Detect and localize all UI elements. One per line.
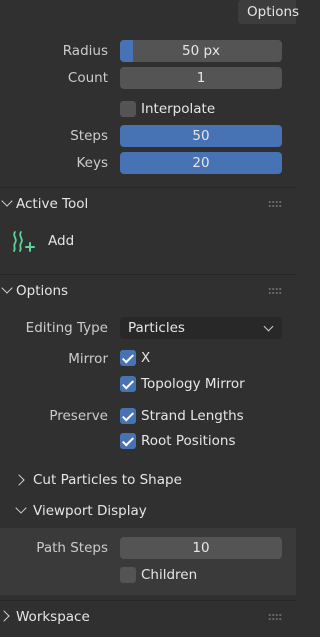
chevron-down-icon bbox=[15, 502, 27, 514]
tab-options[interactable]: Options bbox=[238, 0, 299, 24]
mirror-x-checkbox[interactable] bbox=[120, 350, 136, 366]
mirror-label: Mirror bbox=[68, 351, 108, 367]
keys-field[interactable]: 20 bbox=[120, 152, 282, 174]
steps-field[interactable]: 50 bbox=[120, 125, 282, 147]
drag-handle-icon[interactable] bbox=[268, 200, 282, 208]
active-tool-add[interactable]: Add bbox=[10, 228, 110, 256]
count-field[interactable]: 1 bbox=[120, 67, 282, 89]
options-title: Options bbox=[16, 283, 69, 299]
workspace-header[interactable]: Workspace bbox=[0, 602, 296, 632]
interpolate-label: Interpolate bbox=[141, 101, 216, 117]
interpolate-checkbox[interactable] bbox=[120, 101, 136, 117]
keys-label: Keys bbox=[76, 155, 108, 171]
root-positions-label: Root Positions bbox=[141, 433, 236, 449]
drag-handle-icon[interactable] bbox=[268, 287, 282, 295]
children-label: Children bbox=[141, 567, 198, 583]
viewport-display-header[interactable]: Viewport Display bbox=[0, 497, 296, 525]
editing-type-label: Editing Type bbox=[25, 320, 108, 336]
options-header[interactable]: Options bbox=[0, 276, 296, 306]
editing-type-dropdown[interactable]: Particles bbox=[120, 317, 282, 339]
active-tool-header[interactable]: Active Tool bbox=[0, 189, 296, 219]
mirror-x-label: X bbox=[141, 350, 151, 366]
editing-type-value: Particles bbox=[128, 320, 185, 336]
cut-particles-header[interactable]: Cut Particles to Shape bbox=[0, 466, 296, 494]
chevron-down-icon bbox=[263, 321, 274, 332]
chevron-down-icon bbox=[1, 282, 13, 294]
topology-mirror-label: Topology Mirror bbox=[141, 376, 245, 392]
divider bbox=[0, 274, 296, 275]
cut-particles-title: Cut Particles to Shape bbox=[33, 472, 182, 488]
strand-lengths-checkbox[interactable] bbox=[120, 408, 136, 424]
path-steps-label: Path Steps bbox=[36, 540, 108, 556]
preserve-label: Preserve bbox=[49, 408, 108, 424]
count-value: 1 bbox=[196, 70, 206, 86]
path-steps-value: 10 bbox=[192, 540, 210, 556]
top-bar: Options bbox=[0, 0, 299, 30]
path-steps-field[interactable]: 10 bbox=[120, 537, 282, 559]
hair-add-icon bbox=[13, 231, 35, 252]
radius-field[interactable]: 50 px bbox=[120, 40, 282, 62]
topology-mirror-checkbox[interactable] bbox=[120, 376, 136, 392]
count-label: Count bbox=[67, 70, 108, 86]
workspace-title: Workspace bbox=[16, 609, 90, 625]
steps-value: 50 bbox=[192, 128, 210, 144]
chevron-right-icon bbox=[13, 474, 25, 486]
active-tool-title: Active Tool bbox=[16, 196, 89, 212]
root-positions-checkbox[interactable] bbox=[120, 433, 136, 449]
drag-handle-icon[interactable] bbox=[268, 613, 282, 621]
active-tool-label: Add bbox=[48, 233, 75, 249]
keys-value: 20 bbox=[192, 155, 210, 171]
divider bbox=[0, 187, 296, 188]
divider bbox=[0, 600, 296, 601]
radius-value: 50 px bbox=[181, 43, 221, 59]
strand-lengths-label: Strand Lengths bbox=[141, 408, 244, 424]
chevron-down-icon bbox=[1, 195, 13, 207]
radius-fill bbox=[120, 40, 133, 62]
radius-label: Radius bbox=[62, 43, 108, 59]
viewport-display-title: Viewport Display bbox=[33, 503, 147, 519]
children-checkbox[interactable] bbox=[120, 567, 136, 583]
steps-label: Steps bbox=[70, 128, 108, 144]
chevron-right-icon bbox=[0, 610, 10, 622]
